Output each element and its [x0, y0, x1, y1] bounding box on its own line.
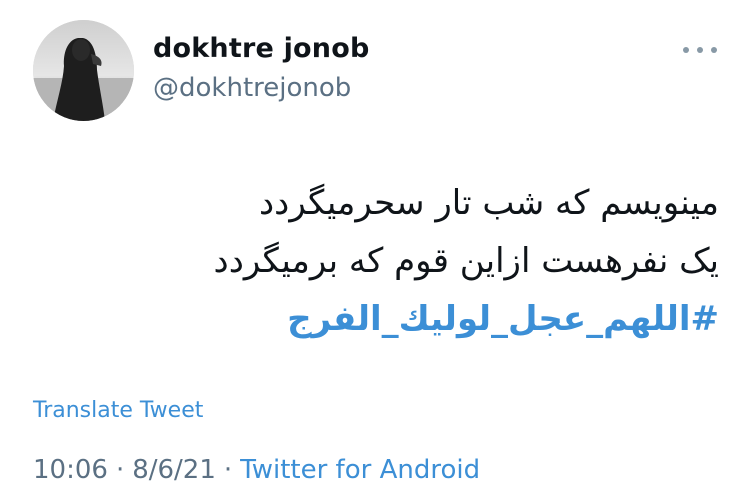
author-handle[interactable]: @dokhtrejonob [153, 73, 351, 103]
tweet-source-link[interactable]: Twitter for Android [240, 455, 480, 485]
more-horizontal-icon [697, 47, 703, 53]
tweet-text-line: مینویسم که شب تار سحرمیگردد [259, 183, 719, 223]
avatar[interactable] [33, 20, 134, 121]
separator-dot: · [115, 455, 125, 485]
author-display-name[interactable]: dokhtre jonob [153, 33, 370, 64]
hashtag-link[interactable]: #اللهم_عجل_لوليك_الفرج [29, 290, 719, 348]
tweet-metadata: 10:06 · 8/6/21 · Twitter for Android [33, 455, 480, 485]
separator-dot: · [223, 455, 233, 485]
tweet-text-line: یک نفرهست ازاین قوم که برمیگردد [213, 241, 719, 281]
avatar-image [33, 20, 134, 121]
more-options-button[interactable] [683, 42, 717, 58]
translate-tweet-link[interactable]: Translate Tweet [33, 398, 203, 423]
more-horizontal-icon [683, 47, 689, 53]
more-horizontal-icon [711, 47, 717, 53]
tweet-time[interactable]: 10:06 [33, 455, 108, 485]
tweet-date[interactable]: 8/6/21 [132, 455, 216, 485]
tweet-text: مینویسم که شب تار سحرمیگردد یک نفرهست از… [29, 174, 719, 348]
